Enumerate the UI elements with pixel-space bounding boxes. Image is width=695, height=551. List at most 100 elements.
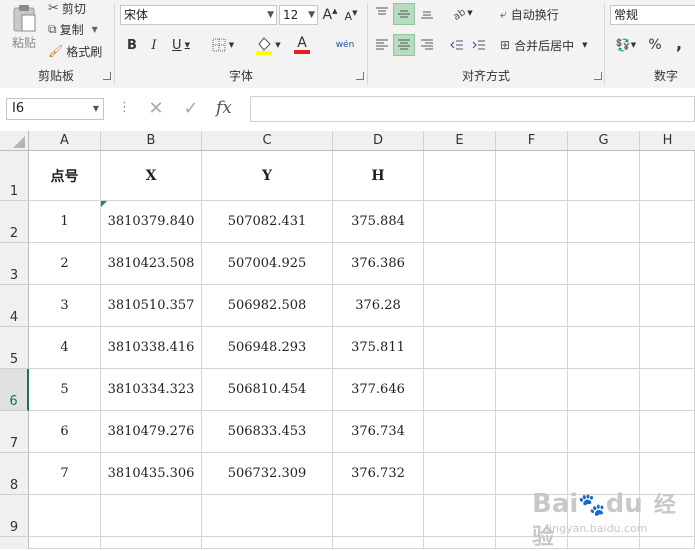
cell-C6[interactable]: 506810.454 bbox=[202, 369, 333, 411]
align-top-button[interactable] bbox=[372, 3, 392, 23]
cell-B1[interactable]: X bbox=[101, 151, 202, 201]
cell-E6[interactable] bbox=[424, 369, 496, 411]
cell-H5[interactable] bbox=[640, 327, 695, 369]
cell-D8[interactable]: 376.732 bbox=[333, 453, 424, 495]
cell-B4[interactable]: 3810510.357 bbox=[101, 285, 202, 327]
cell-H2[interactable] bbox=[640, 201, 695, 243]
column-header-D[interactable]: D bbox=[333, 131, 424, 151]
cell-G7[interactable] bbox=[568, 411, 640, 453]
cell-D7[interactable]: 376.734 bbox=[333, 411, 424, 453]
cell-E9[interactable] bbox=[424, 495, 496, 537]
clipboard-launcher-icon[interactable] bbox=[103, 72, 111, 80]
cell-E7[interactable] bbox=[424, 411, 496, 453]
cut-button[interactable]: ✂ 剪切 bbox=[48, 0, 86, 16]
orientation-button[interactable]: ab ▼ bbox=[448, 3, 476, 23]
cell-D9[interactable] bbox=[333, 495, 424, 537]
comma-button[interactable]: , bbox=[672, 33, 686, 53]
enter-icon[interactable]: ✓ bbox=[180, 98, 202, 120]
cell-E2[interactable] bbox=[424, 201, 496, 243]
copy-button[interactable]: ⧉ 复制 ▼ bbox=[48, 21, 98, 37]
cell-F2[interactable] bbox=[496, 201, 568, 243]
cell-B6[interactable]: 3810334.323 bbox=[101, 369, 202, 411]
cell-E10[interactable] bbox=[424, 537, 496, 549]
cell-A6[interactable]: 5 bbox=[29, 369, 101, 411]
cell-A4[interactable]: 3 bbox=[29, 285, 101, 327]
cell-G5[interactable] bbox=[568, 327, 640, 369]
cell-A8[interactable]: 7 bbox=[29, 453, 101, 495]
cell-D6[interactable]: 377.646 bbox=[333, 369, 424, 411]
increase-indent-button[interactable] bbox=[469, 35, 489, 55]
cell-E8[interactable] bbox=[424, 453, 496, 495]
row-header-1[interactable]: 1 bbox=[0, 151, 29, 201]
row-header-8[interactable]: 8 bbox=[0, 453, 29, 495]
cell-E4[interactable] bbox=[424, 285, 496, 327]
cell-A1[interactable]: 点号 bbox=[29, 151, 101, 201]
cell-E1[interactable] bbox=[424, 151, 496, 201]
cell-H6[interactable] bbox=[640, 369, 695, 411]
cell-F6[interactable] bbox=[496, 369, 568, 411]
merge-center-button[interactable]: ⊞ 合并后居中 ▼ bbox=[500, 35, 587, 55]
name-box[interactable]: I6 ▼ bbox=[6, 98, 104, 120]
row-header-7[interactable]: 7 bbox=[0, 411, 29, 453]
row-header-6[interactable]: 6 bbox=[0, 369, 29, 411]
cell-C5[interactable]: 506948.293 bbox=[202, 327, 333, 369]
column-header-H[interactable]: H bbox=[640, 131, 695, 151]
format-painter-button[interactable]: 🖌 格式刷 bbox=[48, 43, 102, 59]
cell-C2[interactable]: 507082.431 bbox=[202, 201, 333, 243]
cell-D5[interactable]: 375.811 bbox=[333, 327, 424, 369]
column-header-B[interactable]: B bbox=[101, 131, 202, 151]
cell-D10[interactable] bbox=[333, 537, 424, 549]
column-header-E[interactable]: E bbox=[424, 131, 496, 151]
cell-F7[interactable] bbox=[496, 411, 568, 453]
font-name-select[interactable]: 宋体 ▼ bbox=[120, 5, 277, 25]
cell-H7[interactable] bbox=[640, 411, 695, 453]
cell-F3[interactable] bbox=[496, 243, 568, 285]
cell-A9[interactable] bbox=[29, 495, 101, 537]
chevron-down-icon[interactable]: ▼ bbox=[582, 41, 587, 49]
row-header-2[interactable]: 2 bbox=[0, 201, 29, 243]
cell-B7[interactable]: 3810479.276 bbox=[101, 411, 202, 453]
align-bottom-button[interactable] bbox=[417, 3, 437, 23]
shrink-font-button[interactable]: A ▼ bbox=[343, 8, 359, 24]
column-header-C[interactable]: C bbox=[202, 131, 333, 151]
chevron-down-icon[interactable]: ▼ bbox=[92, 25, 98, 34]
fill-color-button[interactable]: ▼ bbox=[252, 34, 284, 56]
cell-C10[interactable] bbox=[202, 537, 333, 549]
align-right-button[interactable] bbox=[417, 35, 437, 55]
cell-C8[interactable]: 506732.309 bbox=[202, 453, 333, 495]
italic-button[interactable]: I bbox=[146, 36, 162, 54]
font-color-button[interactable]: A bbox=[286, 34, 318, 56]
wrap-text-button[interactable]: ⤶ 自动换行 bbox=[500, 4, 559, 24]
cell-A5[interactable]: 4 bbox=[29, 327, 101, 369]
accounting-format-button[interactable]: 💱 ▼ bbox=[611, 35, 641, 55]
column-header-F[interactable]: F bbox=[496, 131, 568, 151]
number-format-select[interactable]: 常规 bbox=[610, 5, 695, 25]
cell-G6[interactable] bbox=[568, 369, 640, 411]
cell-C7[interactable]: 506833.453 bbox=[202, 411, 333, 453]
align-center-button[interactable] bbox=[393, 34, 415, 56]
insert-function-button[interactable]: fx bbox=[216, 96, 242, 120]
cell-F4[interactable] bbox=[496, 285, 568, 327]
cell-G3[interactable] bbox=[568, 243, 640, 285]
cell-B9[interactable] bbox=[101, 495, 202, 537]
cell-H4[interactable] bbox=[640, 285, 695, 327]
select-all-button[interactable] bbox=[0, 131, 29, 151]
paste-button[interactable]: 粘贴 bbox=[4, 2, 44, 52]
cell-D3[interactable]: 376.386 bbox=[333, 243, 424, 285]
cell-B8[interactable]: 3810435.306 bbox=[101, 453, 202, 495]
cell-D1[interactable]: H bbox=[333, 151, 424, 201]
cell-C9[interactable] bbox=[202, 495, 333, 537]
cell-B10[interactable] bbox=[101, 537, 202, 549]
font-size-select[interactable]: 12 ▼ bbox=[279, 5, 318, 25]
cell-F1[interactable] bbox=[496, 151, 568, 201]
column-header-A[interactable]: A bbox=[29, 131, 101, 151]
cell-D2[interactable]: 375.884 bbox=[333, 201, 424, 243]
row-header-4[interactable]: 4 bbox=[0, 285, 29, 327]
cell-A2[interactable]: 1 bbox=[29, 201, 101, 243]
cell-G1[interactable] bbox=[568, 151, 640, 201]
cell-E3[interactable] bbox=[424, 243, 496, 285]
formula-input[interactable] bbox=[250, 96, 695, 122]
align-middle-button[interactable] bbox=[393, 3, 415, 25]
phonetic-button[interactable]: wén bbox=[330, 34, 360, 56]
cell-C1[interactable]: Y bbox=[202, 151, 333, 201]
